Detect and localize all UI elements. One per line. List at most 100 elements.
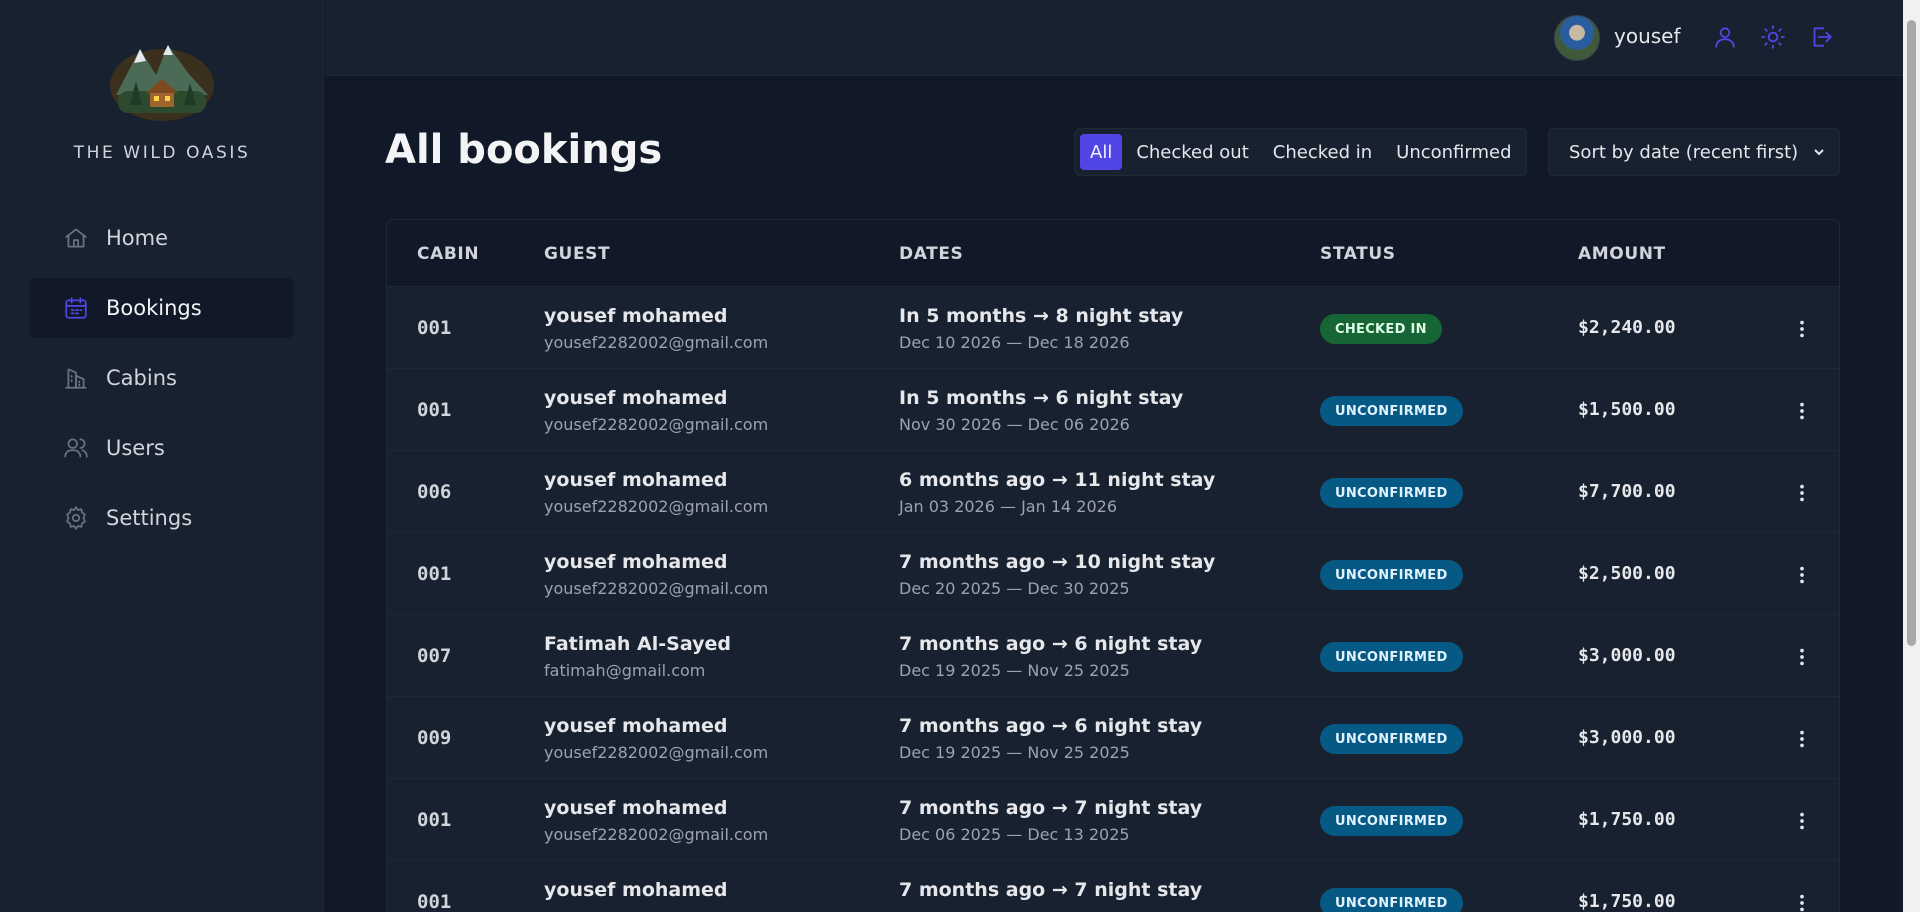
table-body: 001 yousef mohamed yousef2282002@gmail.com… [387, 287, 1839, 912]
stay-summary: In 5 months → 8 night stay [899, 305, 1184, 327]
filter-checked-in-button[interactable]: Checked in [1263, 134, 1382, 170]
guest-name: yousef mohamed [544, 387, 728, 409]
status-badge: UNCONFIRMED [1320, 396, 1463, 426]
table-row: 001 yousef mohamed yousef2282002@gmail.com… [387, 287, 1839, 369]
sidebar-item-bookings[interactable]: Bookings [30, 278, 294, 338]
table-header: CABIN GUEST DATES STATUS AMOUNT [387, 220, 1839, 287]
logo-text: THE WILD OASIS [73, 143, 251, 163]
row-menu-button[interactable] [1787, 642, 1817, 672]
more-vertical-icon [1800, 484, 1804, 502]
row-menu-button[interactable] [1787, 560, 1817, 590]
user-icon[interactable] [1710, 22, 1740, 52]
bookings-table: CABIN GUEST DATES STATUS AMOUNT 001 youse… [386, 219, 1840, 912]
filter-all-button[interactable]: All [1080, 134, 1123, 170]
logo[interactable]: THE WILD OASIS [0, 35, 324, 163]
status-badge: UNCONFIRMED [1320, 724, 1463, 754]
booking-amount: $1,750.00 [1578, 809, 1676, 830]
dates-cell: In 5 months → 6 night stay Nov 30 2026 — … [899, 387, 1183, 434]
booking-amount: $2,500.00 [1578, 563, 1676, 584]
sun-icon[interactable] [1758, 22, 1788, 52]
booking-amount: $3,000.00 [1578, 727, 1676, 748]
column-header-dates: DATES [899, 244, 964, 264]
cabin-number: 001 [417, 891, 452, 912]
guest-name: yousef mohamed [544, 879, 728, 901]
chevron-down-icon [1811, 144, 1827, 160]
dates-cell: 7 months ago → 6 night stay Dec 19 2025 —… [899, 633, 1202, 680]
date-range: Jan 03 2026 — Jan 14 2026 [899, 497, 1117, 516]
logout-icon[interactable] [1806, 22, 1836, 52]
guest-email: yousef2282002@gmail.com [544, 579, 769, 598]
guest-name: yousef mohamed [544, 469, 728, 491]
guest-email: yousef2282002@gmail.com [544, 497, 769, 516]
guest-cell: yousef mohamed yousef2282002@gmail.com [544, 797, 768, 844]
users-icon [62, 434, 90, 462]
column-header-status: STATUS [1320, 244, 1396, 264]
column-header-guest: GUEST [544, 244, 611, 264]
scrollbar-thumb[interactable] [1907, 20, 1916, 646]
date-range: Dec 06 2025 — Dec 13 2025 [899, 825, 1130, 844]
booking-amount: $2,240.00 [1578, 317, 1676, 338]
status-badge: UNCONFIRMED [1320, 888, 1463, 912]
sidebar-item-label: Cabins [106, 366, 177, 390]
filter-unconfirmed-button[interactable]: Unconfirmed [1386, 134, 1521, 170]
status-badge: UNCONFIRMED [1320, 560, 1463, 590]
guest-name: Fatimah Al-Sayed [544, 633, 731, 655]
page-scrollbar[interactable] [1903, 0, 1920, 912]
dates-cell: 7 months ago → 7 night stay [899, 879, 1202, 907]
guest-cell: Fatimah Al-Sayed fatimah@gmail.com [544, 633, 731, 680]
guest-email: yousef2282002@gmail.com [544, 825, 769, 844]
date-range: Nov 30 2026 — Dec 06 2026 [899, 415, 1130, 434]
filter-checked-out-button[interactable]: Checked out [1126, 134, 1258, 170]
more-vertical-icon [1800, 402, 1804, 420]
status-filter: All Checked out Checked in Unconfirmed [1074, 128, 1527, 176]
guest-cell: yousef mohamed yousef2282002@gmail.com [544, 469, 768, 516]
avatar [1554, 15, 1600, 61]
sort-select[interactable]: Sort by date (recent first) [1548, 128, 1840, 176]
date-range: Dec 19 2025 — Nov 25 2025 [899, 743, 1130, 762]
sidebar-item-label: Home [106, 226, 169, 250]
sidebar-item-cabins[interactable]: Cabins [30, 348, 294, 408]
dates-cell: 7 months ago → 7 night stay Dec 06 2025 —… [899, 797, 1202, 844]
sort-select-value: Sort by date (recent first) [1569, 141, 1799, 163]
cabin-number: 001 [417, 399, 452, 421]
guest-cell: yousef mohamed [544, 879, 728, 907]
guest-name: yousef mohamed [544, 305, 728, 327]
status-badge: CHECKED IN [1320, 314, 1442, 344]
sidebar: THE WILD OASIS Home Bookings Cabins User… [0, 0, 324, 912]
table-row: 001 yousef mohamed yousef2282002@gmail.com… [387, 779, 1839, 861]
row-menu-button[interactable] [1787, 806, 1817, 836]
row-menu-button[interactable] [1787, 314, 1817, 344]
stay-summary: 6 months ago → 11 night stay [899, 469, 1216, 491]
column-header-cabin: CABIN [417, 244, 480, 264]
cabin-number: 001 [417, 563, 452, 585]
guest-name: yousef mohamed [544, 715, 728, 737]
home-icon [62, 224, 90, 252]
row-menu-button[interactable] [1787, 888, 1817, 912]
status-badge: UNCONFIRMED [1320, 478, 1463, 508]
row-menu-button[interactable] [1787, 478, 1817, 508]
stay-summary: 7 months ago → 6 night stay [899, 633, 1203, 655]
row-menu-button[interactable] [1787, 396, 1817, 426]
cabin-number: 009 [417, 727, 452, 749]
booking-amount: $3,000.00 [1578, 645, 1676, 666]
guest-email: yousef2282002@gmail.com [544, 743, 769, 762]
table-row: 009 yousef mohamed yousef2282002@gmail.com… [387, 697, 1839, 779]
sidebar-item-home[interactable]: Home [30, 208, 294, 268]
sidebar-item-settings[interactable]: Settings [30, 488, 294, 548]
stay-summary: 7 months ago → 6 night stay [899, 715, 1203, 737]
table-row: 007 Fatimah Al-Sayed fatimah@gmail.com 7 mo… [387, 615, 1839, 697]
sidebar-item-label: Bookings [106, 296, 202, 320]
more-vertical-icon [1800, 894, 1804, 912]
row-menu-button[interactable] [1787, 724, 1817, 754]
status-badge: UNCONFIRMED [1320, 642, 1463, 672]
username: yousef [1614, 24, 1681, 48]
sidebar-item-label: Settings [106, 506, 193, 530]
more-vertical-icon [1800, 648, 1804, 666]
booking-amount: $1,750.00 [1578, 891, 1676, 912]
booking-amount: $1,500.00 [1578, 399, 1676, 420]
sidebar-item-users[interactable]: Users [30, 418, 294, 478]
dates-cell: 7 months ago → 6 night stay Dec 19 2025 —… [899, 715, 1202, 762]
more-vertical-icon [1800, 730, 1804, 748]
guest-cell: yousef mohamed yousef2282002@gmail.com [544, 305, 768, 352]
more-vertical-icon [1800, 320, 1804, 338]
